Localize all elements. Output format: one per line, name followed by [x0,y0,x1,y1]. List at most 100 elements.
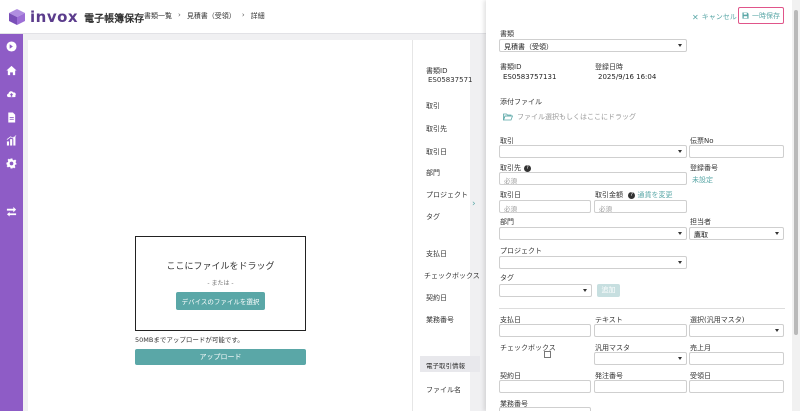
temp-save-button[interactable]: 一時保存 [738,7,784,24]
close-icon: ✕ [692,12,699,22]
partner-input[interactable]: 必須 [499,172,687,185]
bg-label-pay-date: 支払日 [426,250,447,258]
attachment-dropzone[interactable]: ファイル選択もしくはここにドラッグ [503,112,636,122]
bg-label-business-no: 業務番号 [426,316,454,324]
drawer-scroll-thumb[interactable] [794,10,798,335]
partner-placeholder: 必須 [504,177,517,185]
select-master-select[interactable] [689,324,784,337]
bg-section-header: 電子取引情報 [420,356,480,372]
cancel-label: キャンセル [701,13,737,21]
temp-save-label: 一時保存 [752,11,780,20]
person-label: 担当者 [690,218,711,226]
chevron-down-icon [775,329,779,332]
drawer-collapse-chevron-icon[interactable]: › [472,199,476,209]
doc-type-value: 見積書（受領） [504,43,553,51]
bg-doc-id-value: ES05837571 [428,76,473,84]
amount-label: 取引金額 ? 通貨を変更 [595,190,672,200]
order-no-input[interactable] [594,380,687,393]
person-value: 鷹取 [694,231,708,239]
help-icon[interactable]: ? [628,191,636,199]
slip-no-input[interactable] [689,145,784,158]
save-icon [742,12,749,19]
partner-label-text: 取引先 [500,164,521,172]
document-icon[interactable] [6,112,17,123]
chevron-down-icon [678,232,682,235]
contract-date-input[interactable] [499,380,591,393]
bg-doc-id-label: 書類ID [426,67,448,75]
project-label: プロジェクト [500,247,542,255]
person-select[interactable]: 鷹取 [689,227,784,240]
cancel-button[interactable]: ✕ キャンセル [692,12,737,22]
department-label: 部門 [500,218,514,226]
arrow-right-circle-icon[interactable] [6,41,17,52]
bg-label-transaction: 取引 [426,102,440,110]
home-icon[interactable] [6,65,17,76]
custom-checkbox[interactable] [544,351,551,358]
doc-type-label: 書類 [500,30,514,38]
department-select[interactable] [499,227,687,240]
attachment-placeholder: ファイル選択もしくはここにドラッグ [517,113,636,121]
amount-input[interactable]: 必須 [594,200,687,213]
breadcrumb-item-quote[interactable]: 見積書（受領） [187,11,236,21]
chevron-down-icon [583,289,587,292]
bg-label-tag: タグ [426,213,440,221]
section-divider [499,308,785,309]
logo-subtitle: 電子帳簿保存 [84,13,145,25]
breadcrumb-item-detail: 詳細 [250,12,265,20]
breadcrumb: 書類一覧 › 見積書（受領） › 詳細 [144,11,265,21]
trade-date-placeholder: 必須 [504,205,517,213]
receive-date-input[interactable] [689,380,784,393]
bg-label-project: プロジェクト [426,191,468,199]
gear-icon[interactable] [6,158,17,169]
logo-mark-icon [9,9,25,25]
upload-button[interactable]: アップロード [135,349,306,365]
doc-type-select[interactable]: 見積書（受領） [499,39,687,52]
registered-value: 2025/9/16 16:04 [598,73,657,81]
tag-label: タグ [500,274,514,282]
help-icon[interactable]: ? [524,164,531,172]
breadcrumb-item-documents[interactable]: 書類一覧 [144,11,172,21]
doc-id-label: 書類ID [500,63,522,71]
pay-date-input[interactable] [499,324,591,337]
reg-number-label: 登録番号 [690,164,718,172]
chevron-down-icon [678,44,682,47]
select-file-button[interactable]: デバイスのファイルを選択 [175,292,266,310]
trade-date-label: 取引日 [500,191,521,199]
breadcrumb-separator: › [241,11,245,19]
dropzone-or: - または - [207,280,234,287]
app-root: invox 電子帳簿保存 書類一覧 › 見積書（受領） › 詳細 ここにファイル… [0,0,800,411]
bg-label-date: 取引日 [426,148,447,156]
general-master-select[interactable] [594,352,687,365]
cloud-upload-icon[interactable] [6,88,17,99]
sidebar [0,34,23,411]
doc-id-value: ES0583757131 [503,73,557,81]
bg-label-checkbox: チェックボックス [424,272,480,280]
amount-placeholder: 必須 [599,205,612,213]
sales-month-input[interactable] [689,352,784,365]
change-currency-link[interactable]: 通貨を変更 [637,191,672,199]
logo-text: invox [30,8,79,26]
chart-icon[interactable] [6,135,17,146]
business-no-input[interactable] [499,407,591,411]
logo[interactable]: invox 電子帳簿保存 [8,8,144,26]
size-note: 50MBまでアップロードが可能です。 [135,336,244,344]
chevron-down-icon [678,261,682,264]
reg-number-value[interactable]: 未設定 [692,175,713,185]
attachment-label: 添付ファイル [500,98,542,106]
bg-label-contract: 契約日 [426,294,447,302]
dropzone-title: ここにファイルをドラッグ [166,262,275,272]
transfer-icon[interactable] [6,206,17,217]
file-dropzone[interactable]: ここにファイルをドラッグ - または - デバイスのファイルを選択 [135,236,306,331]
chevron-down-icon [775,232,779,235]
transaction-select[interactable] [499,145,687,158]
folder-open-icon [503,113,513,121]
add-tag-button[interactable]: 追加 [597,284,620,297]
text-field-input[interactable] [594,324,687,337]
tag-select[interactable] [499,284,592,297]
chevron-down-icon [678,150,682,153]
project-select[interactable] [499,256,687,269]
trade-date-input[interactable]: 必須 [499,200,591,213]
bg-label-file-name: ファイル名 [426,386,461,394]
amount-label-text: 取引金額 [595,191,623,199]
registered-label: 登録日時 [595,63,623,71]
